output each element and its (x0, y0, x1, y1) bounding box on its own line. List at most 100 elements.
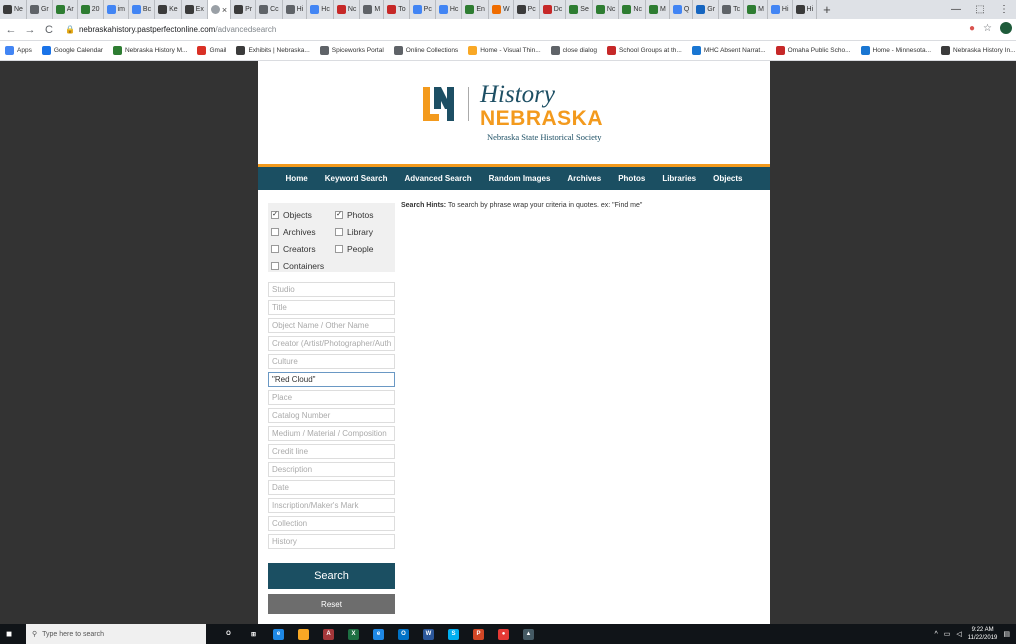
search-button[interactable]: Search (268, 563, 395, 589)
bookmark-item[interactable]: Home - Visual Thin... (463, 46, 545, 55)
tab-close-icon[interactable]: × (222, 5, 227, 15)
clock[interactable]: 9:22 AM 11/22/2019 (968, 626, 998, 642)
nav-link-advanced-search[interactable]: Advanced Search (396, 174, 480, 183)
filter-photos[interactable]: ✓ Photos (335, 206, 395, 223)
network-icon[interactable]: ▭ (944, 630, 951, 638)
bookmark-item[interactable]: School Groups at th... (602, 46, 687, 55)
checkbox[interactable]: ✓ (335, 210, 343, 219)
taskbar-app-icon[interactable]: ● (491, 624, 516, 644)
filter-people[interactable]: People (335, 240, 395, 257)
browser-tab[interactable]: Bc (129, 0, 156, 19)
filter-archives[interactable]: Archives (271, 223, 335, 240)
new-tab-button[interactable]: + (817, 2, 837, 17)
taskbar-app-icon[interactable]: S (441, 624, 466, 644)
tray-chevron-icon[interactable]: ^ (934, 631, 937, 638)
creator-artist-photographer-author-field[interactable] (268, 336, 395, 351)
bookmark-item[interactable]: close dialog (546, 46, 602, 55)
bookmark-item[interactable]: Home - Minnesota... (856, 46, 937, 55)
menu-button[interactable]: ⋮ (992, 4, 1016, 15)
bookmark-item[interactable]: Exhibits | Nebraska... (231, 46, 314, 55)
browser-tab[interactable]: Hc (436, 0, 463, 19)
studio-field[interactable] (268, 282, 395, 297)
culture-value-field[interactable] (268, 372, 395, 387)
browser-tab[interactable]: 20 (78, 0, 104, 19)
reload-icon[interactable]: C (41, 24, 57, 36)
inscription-maker-s-mark-field[interactable] (268, 498, 395, 513)
minimize-button[interactable]: — (944, 4, 968, 15)
browser-tab[interactable]: Nc (593, 0, 620, 19)
place-field[interactable] (268, 390, 395, 405)
bookmark-item[interactable]: MHC Absent Narrat... (687, 46, 771, 55)
nav-link-photos[interactable]: Photos (610, 174, 654, 183)
browser-tab[interactable]: To (384, 0, 410, 19)
history-nebraska-logo-icon[interactable] (421, 85, 459, 123)
bookmark-item[interactable]: Nebraska History M... (108, 46, 193, 55)
nav-link-archives[interactable]: Archives (559, 174, 610, 183)
checkbox[interactable] (271, 261, 279, 270)
history-field[interactable] (268, 534, 395, 549)
browser-tab[interactable]: M (646, 0, 670, 19)
browser-tab[interactable]: Pc (410, 0, 436, 19)
bookmark-item[interactable]: Omaha Public Scho... (771, 46, 856, 55)
browser-tab[interactable]: Gr (27, 0, 53, 19)
taskbar-app-icon[interactable]: P (466, 624, 491, 644)
taskbar-app-icon[interactable]: ▲ (516, 624, 541, 644)
browser-tab[interactable]: Hi (768, 0, 793, 19)
filter-library[interactable]: Library (335, 223, 395, 240)
url-field[interactable]: 🔒 nebraskahistory.pastperfectonline.com /… (65, 25, 276, 34)
browser-tab[interactable]: En (462, 0, 489, 19)
browser-tab[interactable]: Ne (0, 0, 27, 19)
nav-link-objects[interactable]: Objects (705, 174, 751, 183)
medium-material-composition-field[interactable] (268, 426, 395, 441)
taskbar-app-icon[interactable]: e (266, 624, 291, 644)
browser-tab[interactable]: Ex (182, 0, 208, 19)
taskbar-app-icon[interactable]: W (416, 624, 441, 644)
browser-tab[interactable]: Cc (256, 0, 283, 19)
taskbar-app-icon[interactable]: O (216, 624, 241, 644)
nav-link-home[interactable]: Home (277, 174, 316, 183)
checkbox[interactable]: ✓ (271, 210, 279, 219)
nav-link-random-images[interactable]: Random Images (480, 174, 559, 183)
bookmark-star-icon[interactable]: ☆ (983, 23, 992, 34)
browser-tab[interactable]: Pc (514, 0, 540, 19)
nav-link-libraries[interactable]: Libraries (654, 174, 705, 183)
browser-tab[interactable]: Hc (307, 0, 334, 19)
bookmark-item[interactable]: Apps (0, 46, 37, 55)
browser-tab[interactable]: Gr (693, 0, 720, 19)
taskbar-app-icon[interactable] (291, 624, 316, 644)
forward-icon[interactable]: → (22, 24, 38, 36)
volume-icon[interactable]: ◁ (956, 630, 961, 638)
browser-tab[interactable]: Ke (155, 0, 182, 19)
extension-icon[interactable]: ● (969, 23, 975, 34)
bookmark-item[interactable]: Gmail (192, 46, 231, 55)
bookmark-item[interactable]: Spiceworks Portal (315, 46, 389, 55)
browser-tab[interactable]: Nc (619, 0, 646, 19)
reset-button[interactable]: Reset (268, 594, 395, 614)
browser-tab[interactable]: im (104, 0, 129, 19)
taskbar-app-icon[interactable]: e (366, 624, 391, 644)
checkbox[interactable] (271, 227, 279, 236)
description-field[interactable] (268, 462, 395, 477)
filter-creators[interactable]: Creators (271, 240, 335, 257)
browser-tab[interactable]: Nc (334, 0, 361, 19)
taskbar-app-icon[interactable]: O (391, 624, 416, 644)
browser-tab[interactable]: Tc (719, 0, 745, 19)
title-field[interactable] (268, 300, 395, 315)
taskbar-app-icon[interactable]: X (341, 624, 366, 644)
culture-field[interactable] (268, 354, 395, 369)
checkbox[interactable] (335, 227, 343, 236)
date-field[interactable] (268, 480, 395, 495)
checkbox[interactable] (335, 244, 343, 253)
collection-field[interactable] (268, 516, 395, 531)
credit-line-field[interactable] (268, 444, 395, 459)
browser-tab[interactable]: Pr (231, 0, 257, 19)
taskbar-app-icon[interactable]: A (316, 624, 341, 644)
bookmark-item[interactable]: Nebraska History In... (936, 46, 1016, 55)
browser-tab[interactable]: × (207, 0, 232, 19)
browser-tab[interactable]: W (489, 0, 514, 19)
browser-tab[interactable]: Hi (283, 0, 308, 19)
browser-tab[interactable]: Ar (53, 0, 78, 19)
browser-tab[interactable]: Q (670, 0, 694, 19)
nav-link-keyword-search[interactable]: Keyword Search (316, 174, 396, 183)
browser-tab[interactable]: Hi (793, 0, 818, 19)
